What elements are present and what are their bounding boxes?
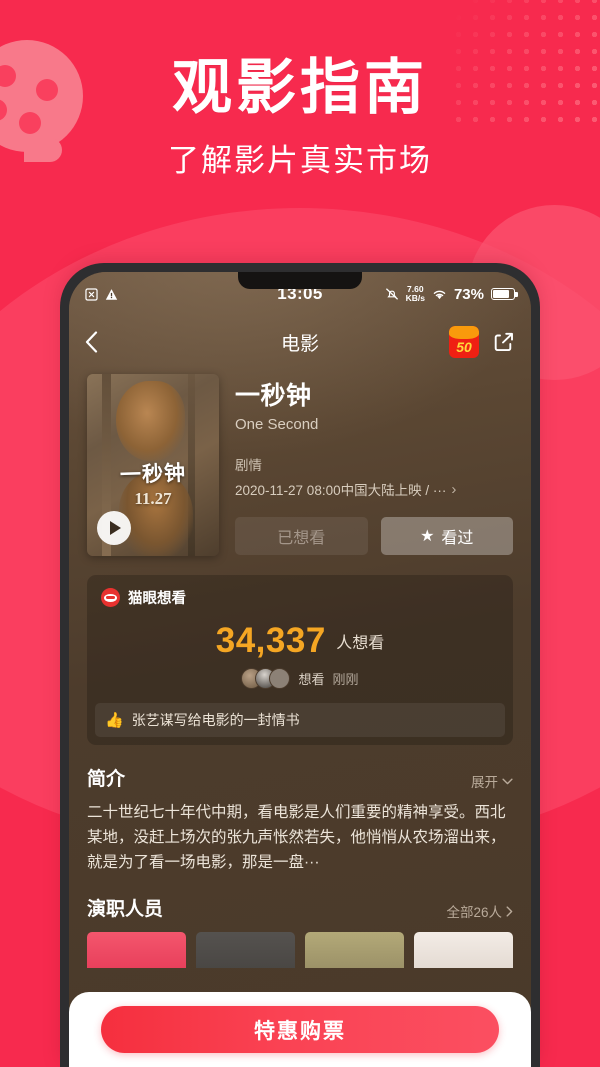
coupon-badge-value: 50 [456, 339, 472, 355]
wish-button[interactable]: 已想看 [235, 517, 368, 555]
synopsis-text: 二十世纪七十年代中期，看电影是人们重要的精神享受。西北某地，没赶上场次的张九声怅… [87, 804, 506, 872]
cast-all-label: 全部26人 [446, 905, 502, 921]
battery-percent-label: 73% [453, 285, 484, 303]
wish-card-body: 34,337 人想看 想看 刚刚 [87, 608, 513, 699]
cast-section: 演职人员 全部26人 [87, 894, 513, 969]
avatar [269, 668, 291, 689]
status-bar-left [85, 287, 118, 301]
cast-thumbnail[interactable] [196, 932, 295, 969]
chevron-down-icon [502, 778, 513, 784]
movie-genre: 剧情 [235, 458, 262, 473]
sim-card-icon [85, 287, 98, 301]
synopsis-header: 简介 展开 [87, 764, 513, 791]
coupon-badge-icon[interactable]: 50 [449, 326, 479, 358]
buy-ticket-button[interactable]: 特惠购票 [101, 1006, 499, 1053]
phone-notch [238, 272, 362, 289]
movie-detail-content: 一秒钟 11.27 一秒钟 One Second 剧情 2020-11-27 0… [69, 374, 531, 969]
cast-thumbnail[interactable] [414, 932, 513, 969]
synopsis-section: 简介 展开 二十世纪七十年代中期，看电影是人们重要的精神享受。西北某地，没赶上场… [87, 764, 513, 875]
cast-header: 演职人员 全部26人 [87, 894, 513, 921]
phone-screen-frame: 13:05 7.60 KB/s 73% 电影 50 一秒钟 11.27 一秒钟 … [69, 272, 531, 1067]
back-chevron-icon[interactable] [85, 331, 98, 353]
warning-triangle-icon [105, 288, 118, 300]
hero-text-block: 观影指南 了解影片真实市场 [0, 56, 600, 180]
page-title: 观影指南 [172, 54, 428, 121]
wish-card-header: 猫眼想看 [87, 575, 513, 608]
wish-count-value: 34,337 [215, 621, 326, 660]
cast-all-button[interactable]: 全部26人 [446, 901, 513, 921]
wish-card-title: 猫眼想看 [128, 591, 186, 607]
play-button-icon[interactable] [97, 511, 131, 545]
bottom-action-bar: 特惠购票 [69, 992, 531, 1067]
movie-action-buttons: 已想看 ★ 看过 [235, 517, 513, 555]
movie-header: 一秒钟 11.27 一秒钟 One Second 剧情 2020-11-27 0… [87, 374, 513, 556]
chevron-right-icon: › [451, 480, 457, 498]
chevron-right-icon [506, 906, 513, 917]
wish-activity-time: 刚刚 [332, 672, 359, 687]
wish-activity-row: 想看 刚刚 [87, 668, 513, 689]
app-screen: 13:05 7.60 KB/s 73% 电影 50 一秒钟 11.27 一秒钟 … [69, 272, 531, 1067]
synopsis-title: 简介 [87, 769, 126, 790]
star-icon: ★ [420, 528, 435, 545]
movie-release-text: 2020-11-27 08:00中国大陆上映 / ··· [235, 483, 447, 498]
network-speed-indicator: 7.60 KB/s [406, 285, 425, 302]
nav-actions: 50 [449, 326, 515, 358]
movie-title: 一秒钟 [235, 382, 312, 410]
wifi-icon [433, 290, 446, 299]
status-bar-right: 7.60 KB/s 73% [385, 285, 518, 303]
seen-button-label: 看过 [441, 530, 474, 547]
movie-release-info[interactable]: 2020-11-27 08:00中国大陆上映 / ··· › [235, 479, 513, 499]
thumbs-up-icon: 👍 [105, 712, 124, 729]
network-speed-unit: KB/s [405, 293, 425, 303]
movie-english-title: One Second [235, 416, 319, 433]
cast-thumbnail-row [87, 932, 513, 969]
editorial-tag[interactable]: 👍 张艺谋写给电影的一封情书 [95, 703, 505, 737]
movie-meta: 一秒钟 One Second 剧情 2020-11-27 08:00中国大陆上映… [235, 374, 513, 556]
wish-button-label: 已想看 [277, 530, 326, 547]
synopsis-expand-label: 展开 [471, 775, 498, 790]
wish-count-card[interactable]: 猫眼想看 34,337 人想看 想看 刚刚 👍 张艺谋写给电影的一封情书 [87, 575, 513, 745]
app-nav-bar: 电影 50 [69, 316, 531, 368]
bell-muted-icon [385, 288, 398, 300]
share-icon[interactable] [493, 331, 515, 353]
seen-button[interactable]: ★ 看过 [380, 517, 513, 555]
poster-art-figure-top [116, 381, 185, 462]
cast-thumbnail[interactable] [87, 932, 186, 969]
page-subtitle: 了解影片真实市场 [168, 143, 432, 178]
poster-title-text: 一秒钟 [119, 460, 187, 487]
maoyan-cat-logo [101, 588, 120, 607]
movie-poster[interactable]: 一秒钟 11.27 [87, 374, 219, 556]
avatar-group [241, 668, 291, 689]
poster-date-text: 11.27 [134, 488, 172, 508]
wish-count-unit: 人想看 [336, 635, 385, 652]
nav-title: 电影 [280, 333, 320, 355]
coupon-badge-top [449, 326, 479, 339]
editorial-tag-label: 张艺谋写给电影的一封情书 [131, 712, 300, 728]
cast-thumbnail[interactable] [305, 932, 404, 969]
phone-mockup: 13:05 7.60 KB/s 73% 电影 50 一秒钟 11.27 一秒钟 … [60, 263, 540, 1067]
battery-icon [491, 288, 518, 300]
synopsis-expand-button[interactable]: 展开 [471, 771, 513, 791]
wish-activity-action: 想看 [298, 672, 325, 687]
wish-count-row: 34,337 人想看 [87, 621, 513, 661]
cast-title: 演职人员 [87, 899, 164, 921]
